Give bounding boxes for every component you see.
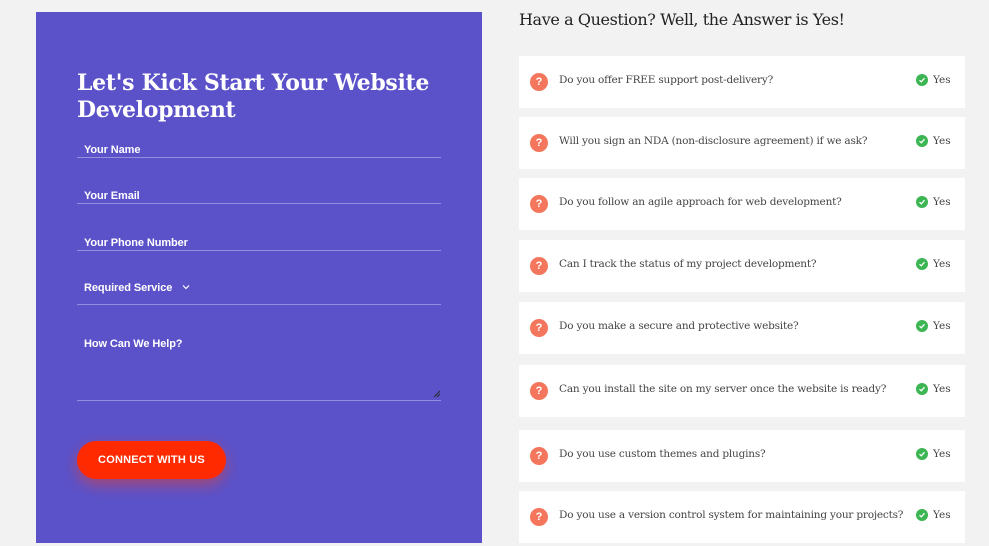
- resize-handle-icon[interactable]: [433, 390, 441, 398]
- faq-item: ? Can you install the site on my server …: [519, 365, 965, 417]
- faq-question: Will you sign an NDA (non-disclosure agr…: [559, 135, 868, 147]
- faq-question: Do you use custom themes and plugins?: [559, 448, 766, 460]
- question-mark-icon: ?: [530, 508, 548, 526]
- check-icon: [916, 196, 928, 208]
- faq-answer: Yes: [916, 196, 951, 208]
- faq-item: ? Will you sign an NDA (non-disclosure a…: [519, 117, 965, 169]
- faq-answer-text: Yes: [933, 135, 951, 147]
- faq-question: Can you install the site on my server on…: [559, 383, 887, 395]
- faq-answer-text: Yes: [933, 383, 951, 395]
- faq-answer-text: Yes: [933, 74, 951, 86]
- question-mark-icon: ?: [530, 195, 548, 213]
- faq-item: ? Do you use a version control system fo…: [519, 491, 965, 543]
- email-placeholder: Your Email: [84, 190, 140, 202]
- check-icon: [916, 448, 928, 460]
- help-placeholder: How Can We Help?: [84, 338, 183, 350]
- faq-item: ? Can I track the status of my project d…: [519, 240, 965, 292]
- faq-answer: Yes: [916, 135, 951, 147]
- check-icon: [916, 258, 928, 270]
- question-mark-icon: ?: [530, 382, 548, 400]
- faq-answer: Yes: [916, 383, 951, 395]
- faq-answer: Yes: [916, 74, 951, 86]
- faq-heading: Have a Question? Well, the Answer is Yes…: [519, 10, 845, 29]
- question-mark-icon: ?: [530, 134, 548, 152]
- faq-answer: Yes: [916, 509, 951, 521]
- faq-question: Do you follow an agile approach for web …: [559, 196, 842, 208]
- faq-answer-text: Yes: [933, 258, 951, 270]
- question-mark-icon: ?: [530, 447, 548, 465]
- faq-answer: Yes: [916, 320, 951, 332]
- faq-answer: Yes: [916, 258, 951, 270]
- faq-question: Do you make a secure and protective webs…: [559, 320, 799, 332]
- contact-form-panel: Let's Kick Start Your Website Developmen…: [36, 12, 482, 543]
- faq-item: ? Do you make a secure and protective we…: [519, 302, 965, 354]
- check-icon: [916, 135, 928, 147]
- chevron-down-icon: [182, 285, 190, 290]
- phone-field[interactable]: Your Phone Number: [77, 232, 441, 251]
- name-field[interactable]: Your Name: [77, 140, 441, 158]
- check-icon: [916, 320, 928, 332]
- name-placeholder: Your Name: [84, 144, 141, 156]
- check-icon: [916, 383, 928, 395]
- service-selected-value: Required Service: [84, 282, 173, 294]
- faq-item: ? Do you offer FREE support post-deliver…: [519, 56, 965, 108]
- faq-question: Do you use a version control system for …: [559, 509, 904, 521]
- faq-item: ? Do you use custom themes and plugins? …: [519, 430, 965, 482]
- question-mark-icon: ?: [530, 73, 548, 91]
- faq-answer-text: Yes: [933, 448, 951, 460]
- question-mark-icon: ?: [530, 257, 548, 275]
- faq-question: Can I track the status of my project dev…: [559, 258, 817, 270]
- question-mark-icon: ?: [530, 319, 548, 337]
- check-icon: [916, 509, 928, 521]
- email-field[interactable]: Your Email: [77, 186, 441, 204]
- connect-with-us-button[interactable]: CONNECT WITH US: [77, 441, 226, 479]
- faq-answer-text: Yes: [933, 196, 951, 208]
- faq-answer: Yes: [916, 448, 951, 460]
- form-title: Let's Kick Start Your Website Developmen…: [77, 70, 430, 123]
- faq-item: ? Do you follow an agile approach for we…: [519, 178, 965, 230]
- faq-answer-text: Yes: [933, 320, 951, 332]
- check-icon: [916, 74, 928, 86]
- service-select[interactable]: Required Service: [77, 274, 441, 305]
- help-textarea[interactable]: How Can We Help?: [77, 330, 441, 401]
- faq-question: Do you offer FREE support post-delivery?: [559, 74, 774, 86]
- phone-placeholder: Your Phone Number: [84, 237, 188, 249]
- faq-answer-text: Yes: [933, 509, 951, 521]
